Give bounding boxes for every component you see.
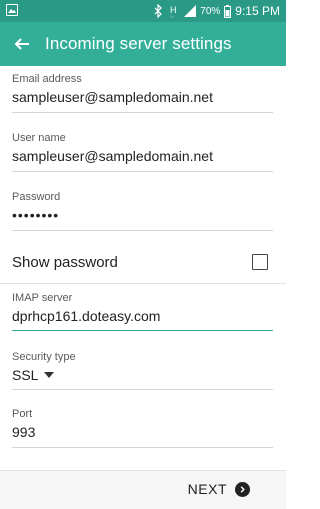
chevron-right-circle-icon [235, 481, 250, 497]
port-value: 993 [12, 424, 36, 440]
security-type-field[interactable]: Security type SSL [12, 351, 273, 383]
port-field[interactable]: Port 993 [12, 408, 273, 440]
security-type-dropdown[interactable]: SSL [12, 367, 273, 383]
imap-server-field[interactable]: IMAP server dprhcp161.doteasy.com [12, 292, 273, 324]
email-field[interactable]: Email address sampleuser@sampledomain.ne… [12, 73, 273, 105]
settings-form: Email address sampleuser@sampledomain.ne… [0, 66, 286, 468]
port-label: Port [12, 408, 33, 420]
arrow-left-icon [14, 38, 29, 50]
email-label: Email address [12, 73, 82, 85]
battery-percent: 70% [200, 5, 221, 17]
caret-down-icon [44, 372, 55, 378]
username-value: sampleuser@sampledomain.net [12, 148, 213, 164]
imap-server-underline [12, 330, 273, 331]
battery-icon [224, 4, 232, 18]
app-bar: Incoming server settings [0, 22, 286, 66]
next-button[interactable]: NEXT [188, 481, 250, 497]
svg-text:↑↓: ↑↓ [170, 14, 174, 18]
username-field[interactable]: User name sampleuser@sampledomain.net [12, 132, 273, 164]
clock: 9:15 PM [235, 4, 280, 18]
password-value: •••••••• [12, 207, 60, 223]
username-label: User name [12, 132, 66, 144]
bluetooth-icon [154, 4, 163, 18]
imap-server-label: IMAP server [12, 292, 73, 304]
password-label: Password [12, 191, 61, 203]
status-bar: H ↑↓ 70% 9:15 PM [0, 0, 286, 22]
imap-server-value: dprhcp161.doteasy.com [12, 308, 161, 324]
password-field[interactable]: Password •••••••• [12, 191, 273, 223]
gallery-icon [6, 4, 18, 16]
page-title: Incoming server settings [45, 34, 232, 53]
divider [0, 283, 286, 284]
password-underline [12, 230, 273, 231]
show-password-label: Show password [12, 254, 118, 271]
security-type-value: SSL [12, 367, 39, 383]
signal-bars-icon [184, 5, 197, 17]
security-type-label: Security type [12, 351, 76, 363]
show-password-checkbox[interactable] [252, 254, 268, 270]
email-value: sampleuser@sampledomain.net [12, 89, 213, 105]
back-button[interactable] [8, 30, 36, 58]
security-type-underline [12, 389, 273, 390]
username-underline [12, 171, 273, 172]
email-underline [12, 112, 273, 113]
h-signal-icon: H ↑↓ [170, 5, 177, 18]
port-underline [12, 447, 273, 448]
next-label: NEXT [187, 481, 227, 497]
notification-area [6, 3, 18, 20]
show-password-row[interactable]: Show password [0, 242, 286, 282]
system-status: H ↑↓ 70% 9:15 PM [152, 3, 280, 19]
bottom-bar: NEXT [0, 470, 286, 509]
